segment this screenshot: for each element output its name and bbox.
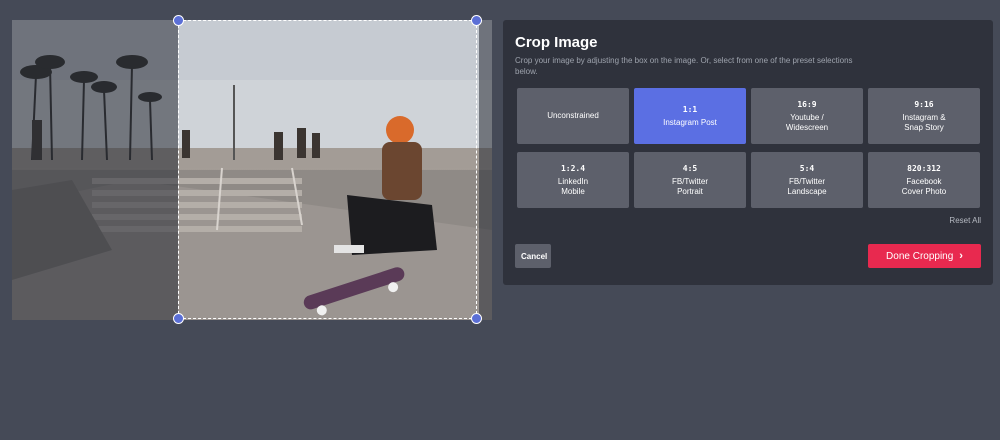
preset-ratio: 4:5	[682, 163, 698, 173]
panel-description: Crop your image by adjusting the box on …	[515, 56, 853, 76]
preset-youtube-widescreen[interactable]: 16:9 Youtube / Widescreen	[751, 88, 863, 144]
preset-label: Facebook Cover Photo	[901, 176, 947, 196]
crop-handle-top-right[interactable]	[471, 15, 482, 26]
preset-ratio: 9:16	[914, 99, 934, 109]
preset-facebook-cover-photo[interactable]: 820:312 Facebook Cover Photo	[868, 152, 980, 208]
preset-ratio: 1:2.4	[560, 163, 586, 173]
preset-label: Unconstrained	[547, 111, 599, 120]
preset-label: Instagram & Snap Story	[902, 112, 946, 132]
preset-label: FB/Twitter Landscape	[787, 176, 827, 196]
crop-outside-shade-right	[479, 20, 492, 320]
preset-label: FB/Twitter Portrait	[671, 176, 708, 196]
crop-outside-shade-left	[12, 20, 178, 320]
done-cropping-label: Done Cropping	[886, 250, 954, 262]
preset-label: LinkedIn Mobile	[557, 176, 589, 196]
panel-title: Crop Image	[515, 34, 598, 51]
reset-all-link[interactable]: Reset All	[949, 216, 981, 225]
preset-ratio: 1:1	[682, 104, 698, 114]
done-cropping-button[interactable]: Done Cropping ›	[868, 244, 981, 268]
preset-label: Youtube / Widescreen	[785, 112, 829, 132]
preset-fb-twitter-portrait[interactable]: 4:5 FB/Twitter Portrait	[634, 152, 746, 208]
crop-handle-bottom-right[interactable]	[471, 313, 482, 324]
preset-ratio: 16:9	[797, 99, 817, 109]
preset-ratio: 5:4	[799, 163, 815, 173]
preset-instagram-snap-story[interactable]: 9:16 Instagram & Snap Story	[868, 88, 980, 144]
crop-selection-box[interactable]	[173, 15, 482, 324]
preset-linkedin-mobile[interactable]: 1:2.4 LinkedIn Mobile	[517, 152, 629, 208]
preset-ratio: 820:312	[907, 163, 941, 173]
preset-fb-twitter-landscape[interactable]: 5:4 FB/Twitter Landscape	[751, 152, 863, 208]
crop-handle-bottom-left[interactable]	[173, 313, 184, 324]
preset-grid: Unconstrained 1:1 Instagram Post 16:9 Yo…	[517, 88, 980, 208]
crop-panel: Crop Image Crop your image by adjusting …	[503, 20, 993, 285]
crop-handle-top-left[interactable]	[173, 15, 184, 26]
preset-label: Instagram Post	[663, 117, 717, 127]
cancel-button[interactable]: Cancel	[515, 244, 551, 268]
preset-unconstrained[interactable]: Unconstrained	[517, 88, 629, 144]
preset-instagram-post[interactable]: 1:1 Instagram Post	[634, 88, 746, 144]
chevron-right-icon: ›	[959, 250, 963, 262]
